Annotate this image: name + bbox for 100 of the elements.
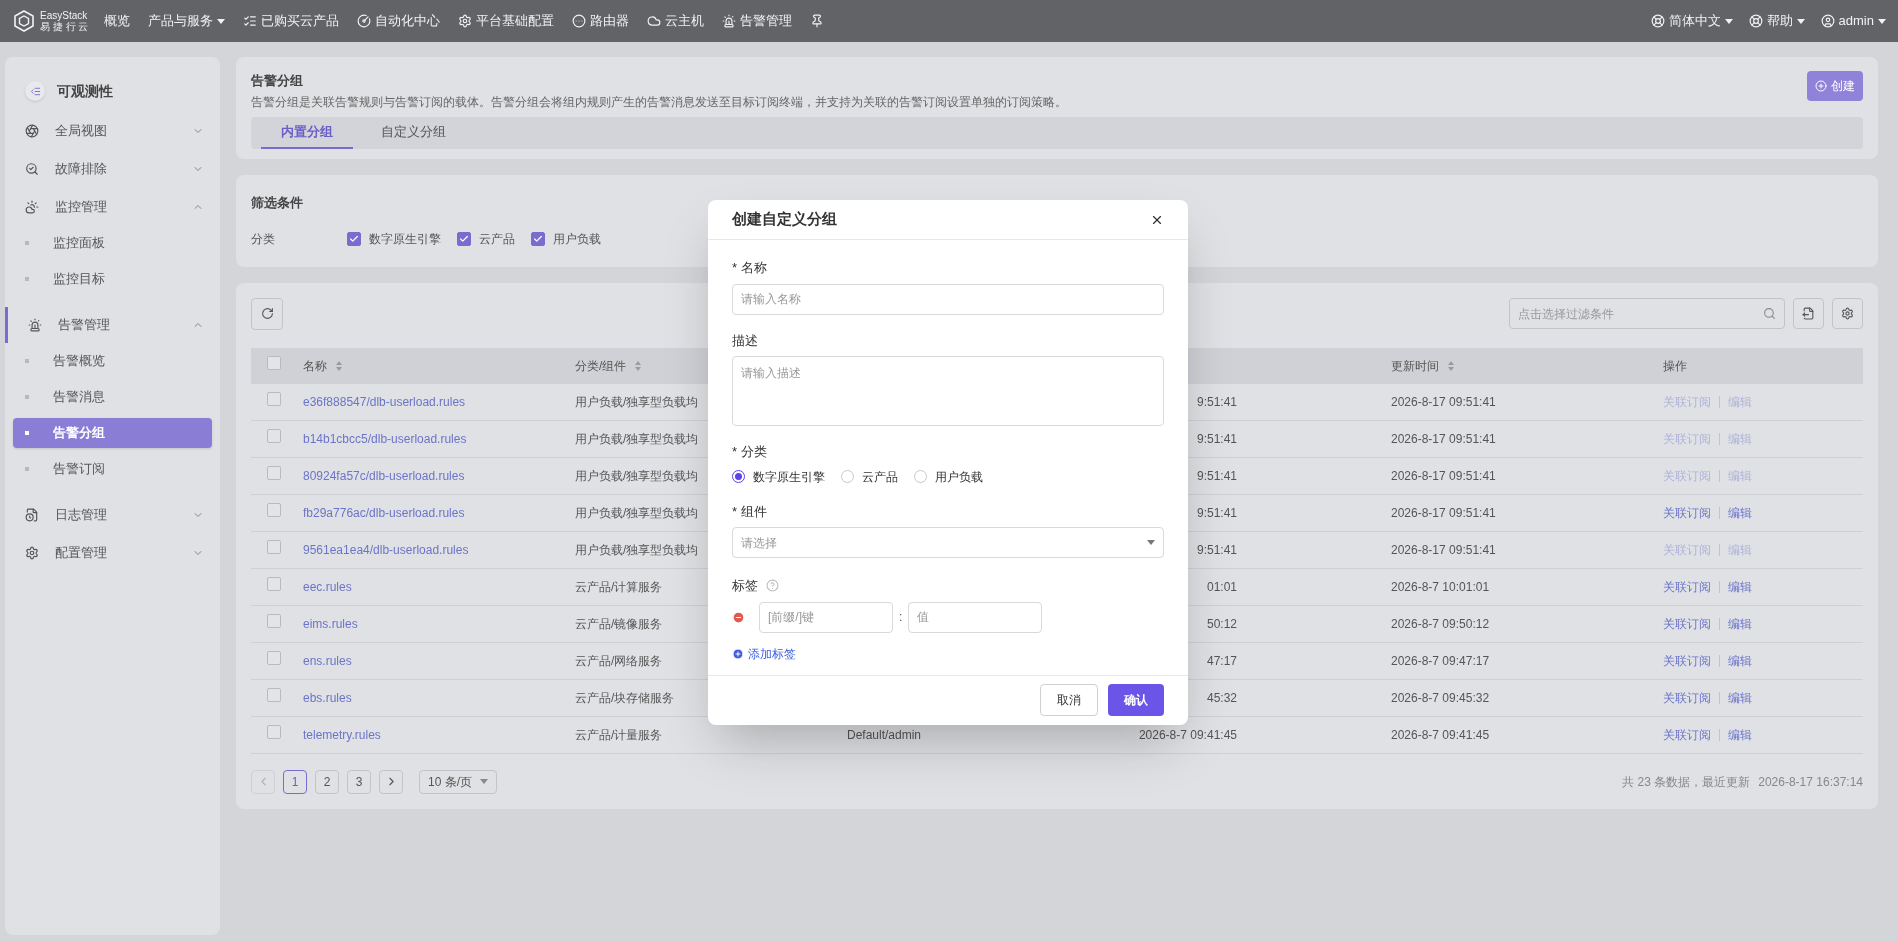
checkbox[interactable] xyxy=(267,614,281,628)
checkbox[interactable] xyxy=(267,356,281,370)
rule-link[interactable]: fb29a776ac/dlb-userload.rules xyxy=(303,503,465,522)
refresh-button[interactable] xyxy=(251,297,283,330)
checkbox[interactable] xyxy=(457,232,471,246)
component-select[interactable]: 请选择 xyxy=(732,527,1164,558)
action-link[interactable]: 编辑 xyxy=(1728,688,1752,707)
action-link[interactable]: 关联订阅 xyxy=(1663,725,1711,744)
export-button[interactable] xyxy=(1793,298,1824,329)
sidebar-item[interactable]: 告警概览 xyxy=(13,346,212,376)
tab[interactable]: 自定义分组 xyxy=(361,116,466,149)
action-link[interactable]: 关联订阅 xyxy=(1663,688,1711,707)
action-link[interactable]: 编辑 xyxy=(1728,725,1752,744)
header-menu[interactable]: 简体中文 xyxy=(1650,11,1733,31)
sidebar-item[interactable]: 告警消息 xyxy=(13,382,212,412)
sidebar-item[interactable]: 告警订阅 xyxy=(13,454,212,484)
nav-item[interactable]: 告警管理 xyxy=(722,11,793,31)
help-icon[interactable] xyxy=(766,579,779,593)
checkbox-label: 数字原生引擎 xyxy=(369,231,441,248)
check-icon xyxy=(459,234,469,244)
header-menu[interactable]: 帮助 xyxy=(1748,11,1805,31)
sidebar-group[interactable]: 配置管理 xyxy=(5,535,220,571)
dialog-title: 创建自定义分组 xyxy=(732,209,837,230)
sidebar-group[interactable]: 监控管理 xyxy=(5,189,220,225)
table-cell-text: 用户负载/独享型负载均 xyxy=(575,430,699,448)
sort-icon[interactable] xyxy=(335,359,343,372)
checkbox[interactable] xyxy=(347,232,361,246)
table-cell-text: 9:51:41 xyxy=(1196,467,1237,485)
page-size-select[interactable]: 10 条/页 xyxy=(419,769,497,794)
rule-link[interactable]: b14b1cbcc5/dlb-userload.rules xyxy=(303,429,467,448)
page-title: 告警分组 xyxy=(251,72,304,90)
sidebar-group[interactable]: 全局视图 xyxy=(5,113,220,149)
page-button[interactable]: 2 xyxy=(315,769,339,794)
sidebar-item[interactable]: 告警分组 xyxy=(13,418,212,448)
rule-link[interactable]: eec.rules xyxy=(303,577,352,596)
nav-item[interactable]: 产品与服务 xyxy=(148,11,226,31)
nav-item[interactable]: 云主机 xyxy=(647,11,705,31)
collapse-button[interactable] xyxy=(25,81,45,101)
confirm-button[interactable]: 确认 xyxy=(1108,684,1164,716)
rule-link[interactable]: ebs.rules xyxy=(303,688,352,707)
action-link[interactable]: 编辑 xyxy=(1728,614,1752,633)
checkbox[interactable] xyxy=(267,503,281,517)
checkbox[interactable] xyxy=(267,688,281,702)
sidebar-item[interactable]: 监控面板 xyxy=(13,228,212,258)
nav-item[interactable]: 已购买云产品 xyxy=(243,11,340,31)
checkbox[interactable] xyxy=(267,540,281,554)
nav-item[interactable]: 概览 xyxy=(104,11,131,31)
nav-item[interactable]: 自动化中心 xyxy=(357,11,441,31)
field-label: 分类 xyxy=(741,443,768,461)
rule-link[interactable]: 80924fa57c/dlb-userload.rules xyxy=(303,466,465,485)
plus-icon xyxy=(732,647,744,660)
tag-value-input[interactable]: 值 xyxy=(908,601,1043,633)
remove-icon[interactable] xyxy=(732,610,745,624)
pin-icon[interactable] xyxy=(810,14,825,28)
rule-link[interactable]: 9561ea1ea4/dlb-userload.rules xyxy=(303,540,469,559)
checkbox[interactable] xyxy=(267,651,281,665)
sidebar-group[interactable]: 告警管理 xyxy=(5,307,220,343)
page-button[interactable]: 1 xyxy=(283,769,307,794)
sidebar-group[interactable]: 日志管理 xyxy=(5,497,220,533)
checkbox[interactable] xyxy=(267,466,281,480)
filter-search-field[interactable]: 点击选择过滤条件 xyxy=(1509,298,1785,329)
sort-icon[interactable] xyxy=(634,359,643,372)
rule-link[interactable]: ens.rules xyxy=(303,651,352,670)
page-button[interactable]: 3 xyxy=(347,769,371,794)
add-tag-link[interactable]: 添加标签 xyxy=(732,644,796,663)
nav-item[interactable]: 路由器 xyxy=(572,11,630,31)
next-page-button[interactable] xyxy=(379,769,403,794)
action-link[interactable]: 编辑 xyxy=(1728,577,1752,596)
cancel-button[interactable]: 取消 xyxy=(1040,684,1098,716)
checkbox[interactable] xyxy=(267,725,281,739)
action-link[interactable]: 关联订阅 xyxy=(1663,577,1711,596)
action-link[interactable]: 编辑 xyxy=(1728,503,1752,522)
nav-item[interactable]: 平台基础配置 xyxy=(458,11,555,31)
header-menu[interactable]: admin xyxy=(1820,11,1886,31)
rule-link[interactable]: eims.rules xyxy=(303,614,358,633)
action-link[interactable]: 关联订阅 xyxy=(1663,614,1711,633)
name-input[interactable]: 请输入名称 xyxy=(732,283,1164,315)
tag-key-input[interactable]: [前缀/]键 xyxy=(759,601,893,633)
rule-link[interactable]: e36f888547/dlb-userload.rules xyxy=(303,392,466,411)
checkbox[interactable] xyxy=(267,429,281,443)
action-link[interactable]: 编辑 xyxy=(1728,651,1752,670)
tab[interactable]: 内置分组 xyxy=(261,116,353,149)
sidebar-group[interactable]: 故障排除 xyxy=(5,151,220,187)
checkbox[interactable] xyxy=(267,577,281,591)
rule-link[interactable]: telemetry.rules xyxy=(303,725,381,744)
settings-icon xyxy=(25,546,39,560)
table-cell-text: 01:01 xyxy=(1206,578,1237,596)
action-link[interactable]: 关联订阅 xyxy=(1663,503,1711,522)
settings-button[interactable] xyxy=(1832,298,1863,329)
search-icon xyxy=(1763,307,1776,320)
checkbox[interactable] xyxy=(531,232,545,246)
table-cell-text: 2026-8-17 09:51:41 xyxy=(1391,393,1496,411)
description-textarea[interactable]: 请输入描述 xyxy=(732,356,1164,426)
logo-icon xyxy=(12,9,36,33)
action-link[interactable]: 关联订阅 xyxy=(1663,651,1711,670)
sidebar-item[interactable]: 监控目标 xyxy=(13,264,212,294)
checkbox[interactable] xyxy=(267,392,281,406)
table-cell-text: 用户负载/独享型负载均 xyxy=(575,467,699,485)
create-button[interactable]: 创建 xyxy=(1807,71,1863,101)
sort-icon[interactable] xyxy=(1447,359,1455,372)
